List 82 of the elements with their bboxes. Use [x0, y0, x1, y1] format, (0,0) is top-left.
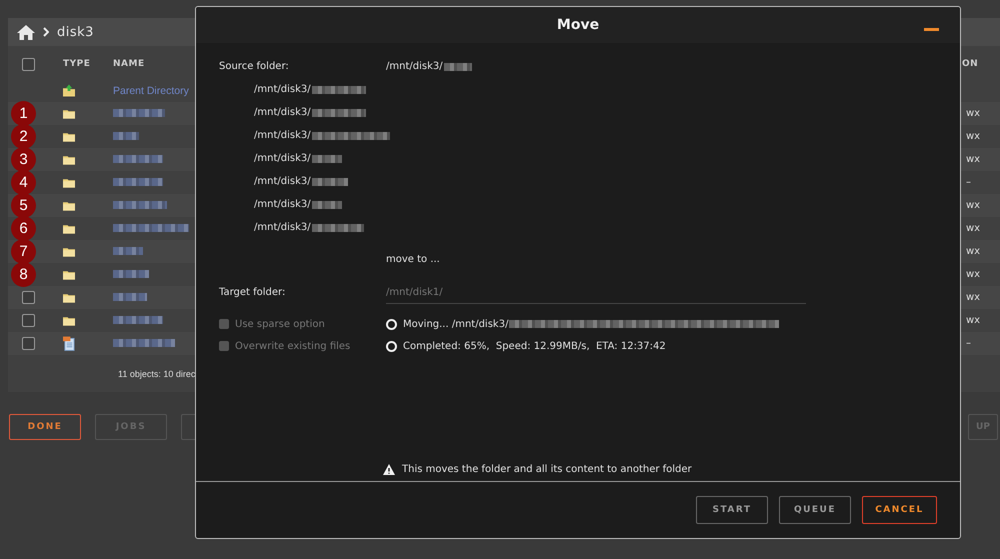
folder-icon [63, 154, 75, 164]
redacted-text [113, 155, 163, 164]
redacted-text [312, 154, 342, 162]
dialog-button[interactable]: CANCEL [862, 496, 937, 524]
number-marker: 3 [11, 147, 36, 172]
path-text: /mnt/disk3/ [254, 176, 311, 187]
checkbox[interactable] [22, 337, 34, 350]
path-text: /mnt/disk3/ [254, 153, 311, 164]
redacted-text [113, 339, 175, 348]
redacted-text [312, 178, 348, 186]
option-label: Overwrite existing files [235, 340, 350, 352]
folder-icon [63, 316, 75, 326]
redacted-text [312, 200, 342, 208]
permissions-text: wx [965, 200, 982, 211]
permissions-text: wx [965, 108, 982, 119]
checkbox[interactable] [22, 291, 34, 304]
redacted-text [113, 109, 165, 118]
path-text: /mnt/disk3/ [254, 199, 311, 210]
warning-icon [383, 464, 395, 474]
redacted-text [312, 224, 364, 232]
number-marker: 7 [11, 239, 36, 264]
permissions-text: wx [965, 315, 982, 326]
action-button[interactable]: DONE [9, 414, 81, 440]
summary-text: 11 objects: 10 direc [118, 368, 196, 378]
path-text: /mnt/disk3/ [254, 84, 311, 95]
document-icon [63, 336, 75, 351]
number-marker: 8 [11, 262, 36, 287]
number-marker: 5 [11, 193, 36, 218]
permissions-text: wx [965, 223, 982, 234]
folder-icon [63, 270, 75, 280]
redacted-text [312, 108, 366, 116]
path-text: /mnt/disk3/ [254, 107, 311, 118]
dialog-button[interactable]: START [696, 496, 768, 524]
redacted-text [312, 86, 366, 94]
redacted-text [113, 247, 143, 256]
redacted-text [113, 132, 139, 140]
folder-icon [63, 200, 75, 210]
folder-icon [63, 108, 75, 118]
number-marker: 2 [11, 124, 36, 149]
permissions-text: wx [965, 246, 982, 257]
option-label: Use sparse option [235, 318, 325, 330]
status-ring-icon [386, 318, 397, 330]
move-to-text: move to ... [386, 254, 441, 265]
column-header[interactable]: ON [962, 59, 1000, 69]
redacted-text [113, 201, 167, 210]
folder-icon [63, 292, 75, 302]
folder-icon [63, 224, 75, 234]
permissions-text: wx [965, 131, 982, 142]
path-text: /mnt/disk3/ [254, 222, 311, 233]
dialog-title: Move [556, 17, 600, 33]
field-label: Source folder: [219, 61, 290, 72]
dialog-button[interactable]: QUEUE [779, 496, 851, 524]
column-header[interactable]: TYPE [48, 59, 113, 69]
folder-icon [63, 178, 75, 188]
checkbox[interactable] [22, 58, 34, 70]
warning-text: This moves the folder and all its content to another folder [402, 464, 692, 474]
checkbox[interactable] [22, 314, 34, 327]
home-icon[interactable] [17, 24, 35, 40]
chevron-icon [43, 27, 49, 37]
permissions-text: wx [965, 292, 982, 303]
number-marker: 1 [11, 101, 36, 126]
folder-icon [63, 132, 75, 142]
redacted-text [444, 62, 472, 70]
status-text: Completed: 65%, Speed: 12.99MB/s, ETA: 12:37:42 [403, 340, 666, 352]
path-text: /mnt/disk3/ [254, 130, 311, 141]
status-text: Moving... /mnt/disk3/ [403, 318, 508, 330]
number-marker: 4 [11, 170, 36, 195]
redacted-text [113, 293, 147, 302]
permissions-text: wx [965, 269, 982, 280]
redacted-text [113, 178, 163, 186]
breadcrumb-item[interactable]: disk3 [57, 24, 94, 40]
permissions-text: – [965, 177, 972, 188]
folder-icon [63, 246, 75, 256]
redacted-text [113, 270, 149, 278]
redacted-text [113, 316, 163, 324]
field-label: Target folder: [219, 287, 286, 298]
folder-up-icon [63, 84, 75, 97]
permissions-text: wx [965, 154, 982, 165]
status-ring-icon [386, 340, 397, 352]
number-marker: 6 [11, 216, 36, 241]
path-text: /mnt/disk3/ [386, 61, 443, 72]
permissions-text: – [965, 338, 972, 349]
